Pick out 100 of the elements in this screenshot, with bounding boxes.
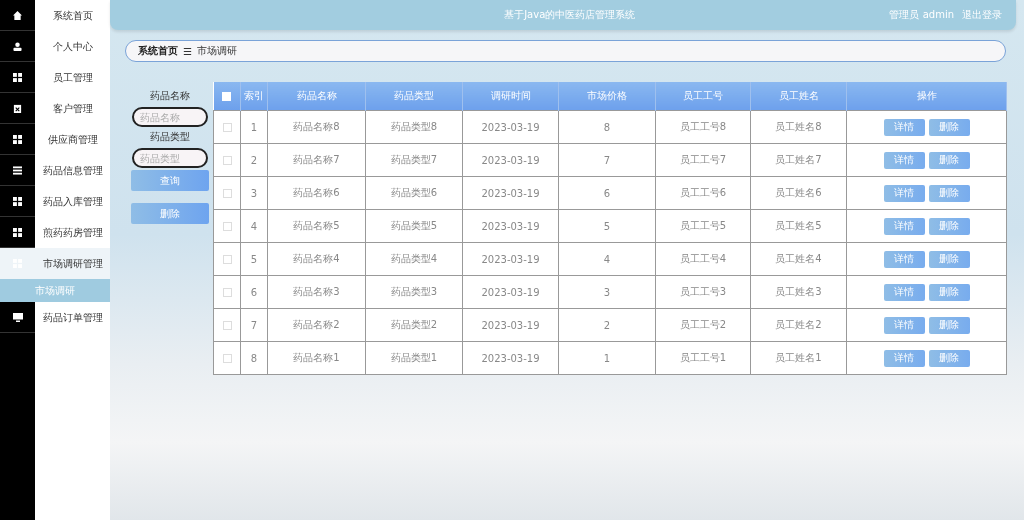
sidebar-menu-item[interactable]: 药品信息管理 xyxy=(35,163,110,178)
sidebar-menu-item[interactable]: 客户管理 xyxy=(35,101,110,116)
row-action-button[interactable]: 详情 xyxy=(883,316,925,334)
search-panel-button[interactable]: 删除 xyxy=(131,203,209,224)
row-action-button[interactable]: 删除 xyxy=(928,349,970,367)
table-cell: 员工工号8 xyxy=(655,110,751,144)
sidebar-menu-item[interactable]: 药品入库管理 xyxy=(35,194,110,209)
sidebar-menu-item[interactable]: 系统首页 xyxy=(35,8,110,23)
breadcrumb-link[interactable]: 系统首页 xyxy=(138,44,178,58)
row-checkbox[interactable] xyxy=(222,189,232,198)
table-cell: 6 xyxy=(558,176,656,210)
table-cell: 药品名称4 xyxy=(267,242,366,276)
row-action-button[interactable]: 详情 xyxy=(883,217,925,235)
table-cell: 2023-03-19 xyxy=(462,209,559,243)
table-cell: 药品类型7 xyxy=(365,143,463,177)
table-cell: 7 xyxy=(558,143,656,177)
grid-icon xyxy=(13,227,22,237)
table-cell: 药品类型8 xyxy=(365,110,463,144)
monitor-icon xyxy=(12,312,23,322)
sidebar-menu-item[interactable]: 煎药药房管理 xyxy=(35,225,110,240)
home-icon xyxy=(13,10,22,20)
table-cell: 员工姓名1 xyxy=(750,341,847,375)
grid-icon xyxy=(13,72,22,82)
sidebar-menu-item[interactable]: 个人中心 xyxy=(35,39,110,54)
row-action-button[interactable]: 删除 xyxy=(928,283,970,301)
breadcrumb-current: 市场调研 xyxy=(196,44,237,58)
grid-icon xyxy=(13,134,22,144)
row-action-button[interactable]: 删除 xyxy=(928,316,970,334)
table-cell: 员工姓名8 xyxy=(750,110,847,144)
row-action-button[interactable]: 删除 xyxy=(928,184,970,202)
table-cell: 5 xyxy=(558,209,656,243)
row-checkbox[interactable] xyxy=(222,288,232,297)
row-action-button[interactable]: 详情 xyxy=(883,250,925,268)
row-action-button[interactable]: 删除 xyxy=(928,217,970,235)
column-header: 市场价格 xyxy=(558,82,656,111)
table-cell: 药品名称5 xyxy=(267,209,366,243)
table-cell: 员工姓名4 xyxy=(750,242,847,276)
table-cell: 药品类型6 xyxy=(365,176,463,210)
table-cell: 2023-03-19 xyxy=(462,275,559,309)
table-cell: 员工工号4 xyxy=(655,242,751,276)
table-cell: 药品类型5 xyxy=(365,209,463,243)
table-cell: 药品名称3 xyxy=(267,275,366,309)
table-cell: 员工姓名5 xyxy=(750,209,847,243)
table-cell: 员工工号5 xyxy=(655,209,751,243)
row-action-button[interactable]: 详情 xyxy=(883,283,925,301)
table-cell: 员工姓名7 xyxy=(750,143,847,177)
table-cell: 2023-03-19 xyxy=(462,176,559,210)
admin-user-label: 管理员 admin xyxy=(889,8,954,22)
table-cell: 药品名称7 xyxy=(267,143,366,177)
breadcrumb-separator: ☰ xyxy=(183,45,192,57)
row-action-button[interactable]: 详情 xyxy=(883,184,925,202)
column-header: 员工姓名 xyxy=(750,82,847,111)
sidebar-menu-item[interactable]: 员工管理 xyxy=(35,70,110,85)
table-cell: 2023-03-19 xyxy=(462,110,559,144)
user-icon xyxy=(13,41,22,51)
table-cell: 3 xyxy=(558,275,656,309)
table-cell: 4 xyxy=(240,209,268,243)
row-action-button[interactable]: 删除 xyxy=(928,250,970,268)
table-cell: 员工工号7 xyxy=(655,143,751,177)
sidebar-menu-item[interactable]: 供应商管理 xyxy=(35,132,110,147)
logout-link[interactable]: 退出登录 xyxy=(962,8,1002,22)
table-cell: 药品类型1 xyxy=(365,341,463,375)
table-cell: 2023-03-19 xyxy=(462,143,559,177)
row-checkbox[interactable] xyxy=(222,354,232,363)
table-cell: 药品名称2 xyxy=(267,308,366,342)
row-action-button[interactable]: 删除 xyxy=(928,118,970,136)
column-header: 药品名称 xyxy=(267,82,366,111)
clipboard-icon xyxy=(13,103,22,113)
table-cell: 员工工号1 xyxy=(655,341,751,375)
row-checkbox[interactable] xyxy=(222,255,232,264)
row-checkbox[interactable] xyxy=(222,222,232,231)
table-cell: 药品类型2 xyxy=(365,308,463,342)
search-panel-button[interactable]: 查询 xyxy=(131,170,209,191)
table-cell: 2023-03-19 xyxy=(462,308,559,342)
table-cell: 员工姓名6 xyxy=(750,176,847,210)
table-cell: 4 xyxy=(558,242,656,276)
table-cell: 6 xyxy=(240,275,268,309)
row-action-button[interactable]: 详情 xyxy=(883,349,925,367)
sidebar-submenu-item[interactable]: 市场调研 xyxy=(0,279,110,302)
row-action-button[interactable]: 详情 xyxy=(883,151,925,169)
sidebar-menu-item[interactable]: 药品订单管理 xyxy=(35,310,110,325)
table-cell: 2 xyxy=(558,308,656,342)
table-cell: 5 xyxy=(240,242,268,276)
row-checkbox[interactable] xyxy=(222,321,232,330)
select-all-checkbox[interactable] xyxy=(222,92,232,101)
search-input-field[interactable]: 药品名称 xyxy=(132,107,208,127)
table-cell: 3 xyxy=(240,176,268,210)
table-cell: 8 xyxy=(558,110,656,144)
table-cell: 8 xyxy=(240,341,268,375)
table-cell: 2023-03-19 xyxy=(462,341,559,375)
row-checkbox[interactable] xyxy=(222,123,232,132)
table-cell: 2023-03-19 xyxy=(462,242,559,276)
table-cell: 药品类型4 xyxy=(365,242,463,276)
row-action-button[interactable]: 详情 xyxy=(883,118,925,136)
search-input-field[interactable]: 药品类型 xyxy=(132,148,208,168)
table-cell: 1 xyxy=(558,341,656,375)
table-cell: 药品名称8 xyxy=(267,110,366,144)
system-title: 基于Java的中医药店管理系统 xyxy=(503,8,637,22)
row-checkbox[interactable] xyxy=(222,156,232,165)
row-action-button[interactable]: 删除 xyxy=(928,151,970,169)
